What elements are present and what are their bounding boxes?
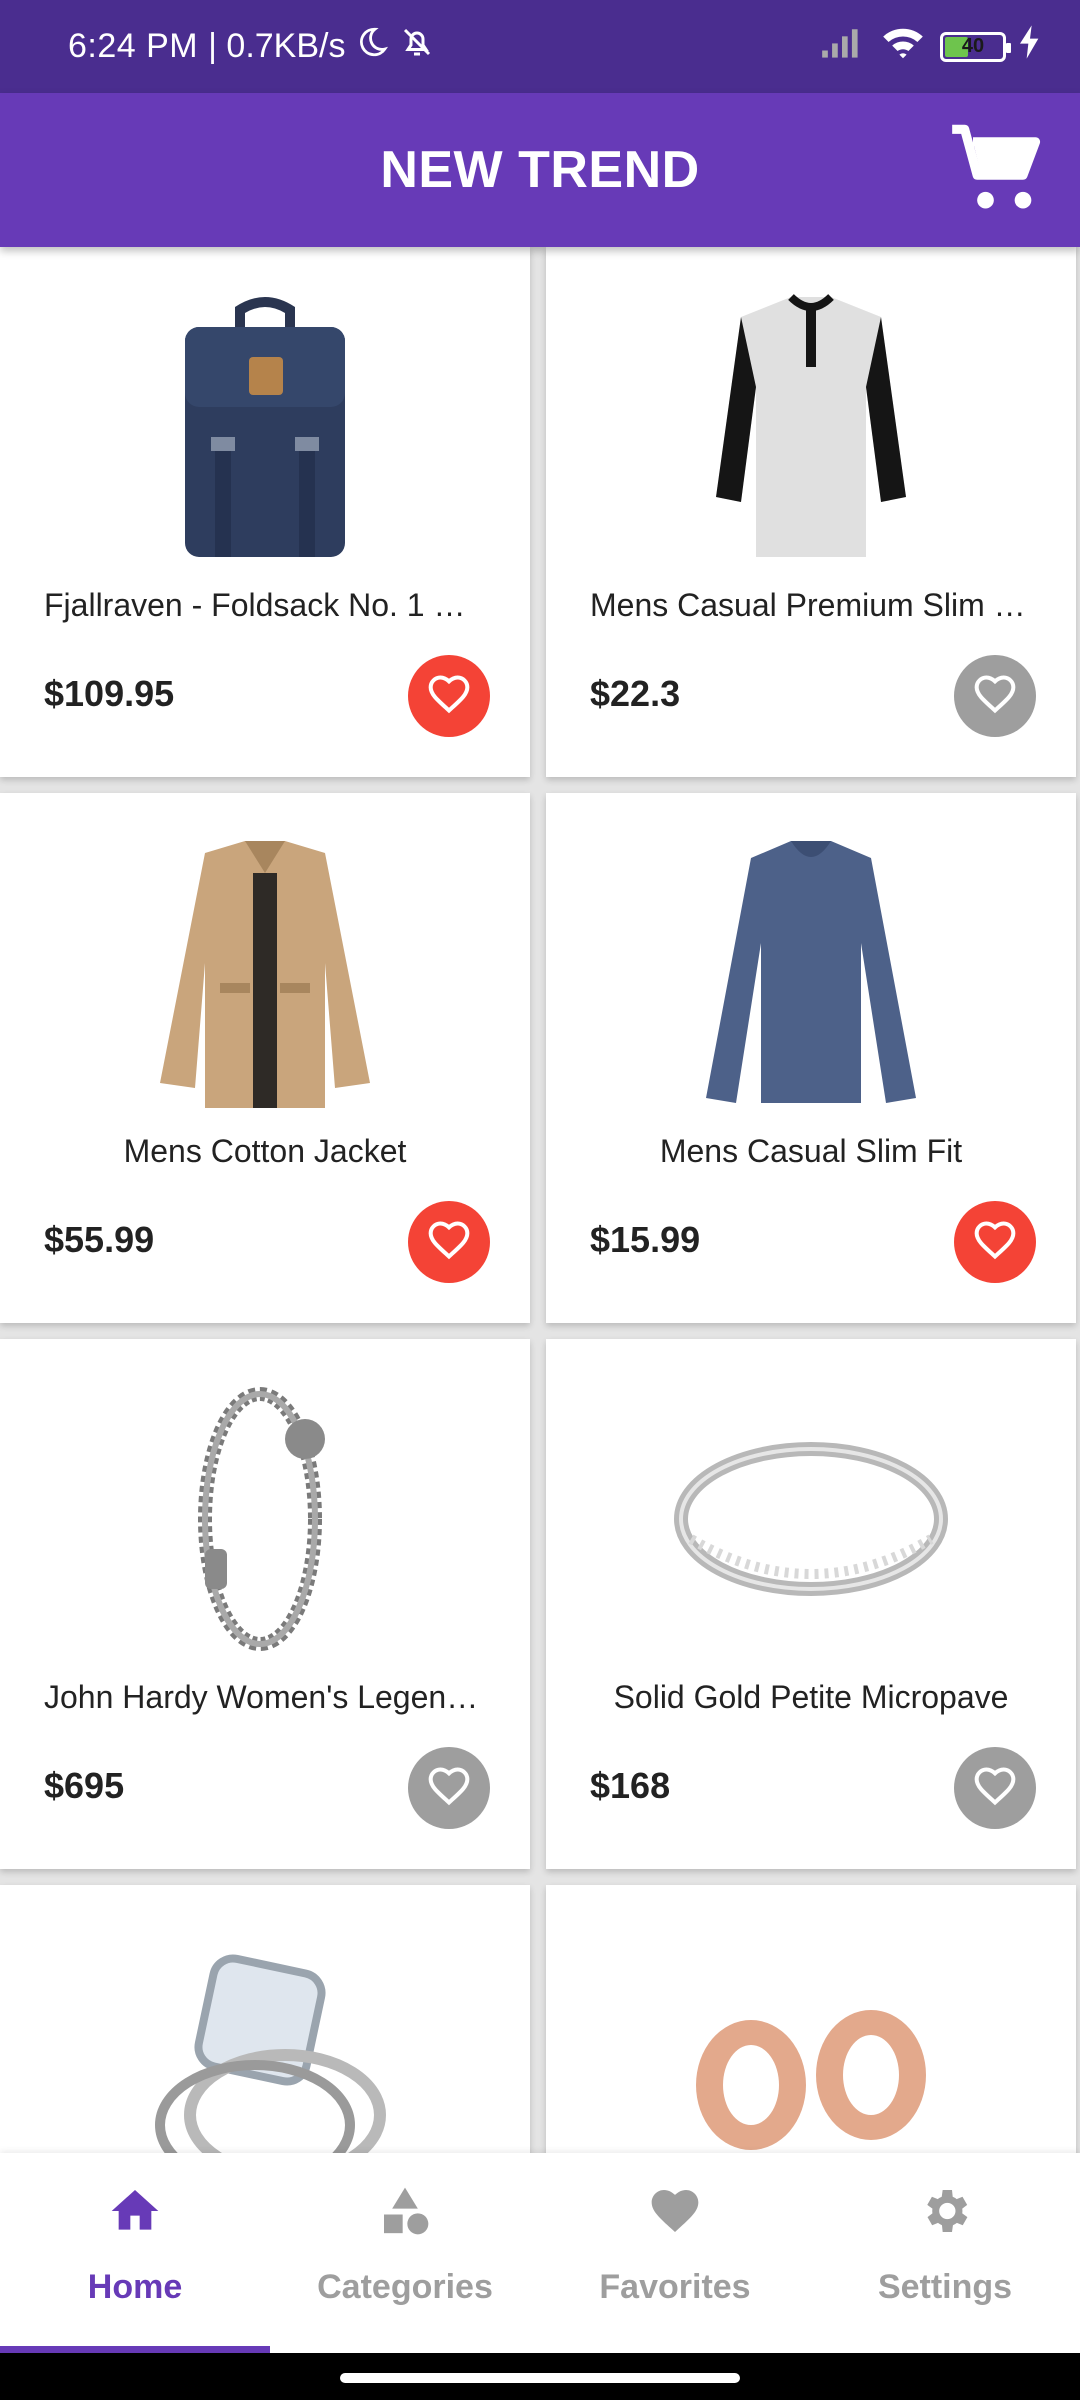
product-card[interactable]: Fjallraven - Foldsack No. 1 Backpack, Fi…	[0, 247, 530, 777]
nav-label: Home	[87, 2268, 183, 2306]
home-indicator[interactable]	[340, 2373, 740, 2383]
favorite-button[interactable]	[954, 655, 1036, 737]
battery-icon: 40	[940, 31, 1011, 62]
nav-item-home[interactable]: Home	[0, 2153, 270, 2353]
charging-icon	[1020, 25, 1040, 68]
product-card[interactable]	[0, 1885, 530, 2153]
product-price: $695	[44, 1765, 125, 1806]
product-card[interactable]: John Hardy Women's Legends Naga Gold & S…	[0, 1339, 530, 1869]
home-icon	[107, 2183, 163, 2244]
heart-outline-icon	[973, 1764, 1017, 1813]
product-image-ring	[546, 1369, 1076, 1669]
product-card[interactable]: Mens Casual Slim Fit $15.99	[546, 793, 1076, 1323]
categories-icon	[377, 2183, 433, 2244]
favorite-button[interactable]	[408, 1747, 490, 1829]
product-price: $55.99	[44, 1219, 155, 1260]
gear-icon	[917, 2183, 973, 2244]
heart-outline-icon	[973, 1218, 1017, 1267]
favorite-button[interactable]	[954, 1747, 1036, 1829]
product-image-plugs	[546, 1915, 1076, 2153]
favorite-button[interactable]	[954, 1201, 1036, 1283]
app-bar: NEW TREND	[0, 93, 1080, 247]
product-name: Fjallraven - Foldsack No. 1 Backpack, Fi…	[44, 587, 486, 623]
nav-item-settings[interactable]: Settings	[810, 2153, 1080, 2353]
product-grid[interactable]: Fjallraven - Foldsack No. 1 Backpack, Fi…	[0, 247, 1080, 2153]
status-bar: 6:24 PM | 0.7KB/s 40	[0, 0, 1080, 93]
product-name: Mens Cotton Jacket	[123, 1133, 407, 1169]
heart-outline-icon	[973, 672, 1017, 721]
bottom-navigation: Home Categories Favorites Settings	[0, 2153, 1080, 2353]
nav-item-categories[interactable]: Categories	[270, 2153, 540, 2353]
product-name: Mens Casual Premium Slim Fit T-Shirts	[590, 587, 1032, 623]
signal-icon	[818, 25, 866, 68]
product-image-tshirt	[546, 277, 1076, 577]
product-name: Mens Casual Slim Fit	[659, 1133, 963, 1169]
heart-outline-icon	[427, 672, 471, 721]
favorite-button[interactable]	[408, 1201, 490, 1283]
product-name: Solid Gold Petite Micropave	[613, 1679, 1009, 1715]
heart-outline-icon	[427, 1764, 471, 1813]
product-price: $168	[590, 1765, 671, 1806]
nav-label: Favorites	[599, 2268, 751, 2306]
moon-icon	[355, 25, 389, 68]
shopping-cart-icon[interactable]	[948, 121, 1048, 221]
product-name: John Hardy Women's Legends Naga Gold & S…	[44, 1679, 486, 1715]
product-image-jacket	[0, 823, 530, 1123]
product-image-longsleeve	[546, 823, 1076, 1123]
heart-icon	[647, 2183, 703, 2244]
bell-muted-icon	[399, 24, 435, 69]
product-card[interactable]: Mens Cotton Jacket $55.99	[0, 793, 530, 1323]
nav-label: Categories	[317, 2268, 493, 2306]
product-image-backpack	[0, 277, 530, 577]
favorite-button[interactable]	[408, 655, 490, 737]
product-price: $109.95	[44, 673, 175, 714]
wifi-icon	[880, 24, 926, 69]
page-title: NEW TREND	[380, 141, 700, 199]
product-image-bracelet	[0, 1369, 530, 1669]
product-price: $15.99	[590, 1219, 701, 1260]
product-image-diamond-ring	[0, 1915, 530, 2153]
status-time: 6:24 PM	[68, 27, 199, 65]
heart-outline-icon	[427, 1218, 471, 1267]
product-card[interactable]	[546, 1885, 1076, 2153]
gesture-bar	[0, 2353, 1080, 2400]
product-price: $22.3	[590, 673, 681, 714]
battery-level: 40	[961, 35, 985, 57]
nav-label: Settings	[877, 2268, 1013, 2306]
status-net-speed: | 0.7KB/s	[208, 27, 346, 65]
nav-item-favorites[interactable]: Favorites	[540, 2153, 810, 2353]
product-card[interactable]: Mens Casual Premium Slim Fit T-Shirts $2…	[546, 247, 1076, 777]
product-card[interactable]: Solid Gold Petite Micropave $168	[546, 1339, 1076, 1869]
